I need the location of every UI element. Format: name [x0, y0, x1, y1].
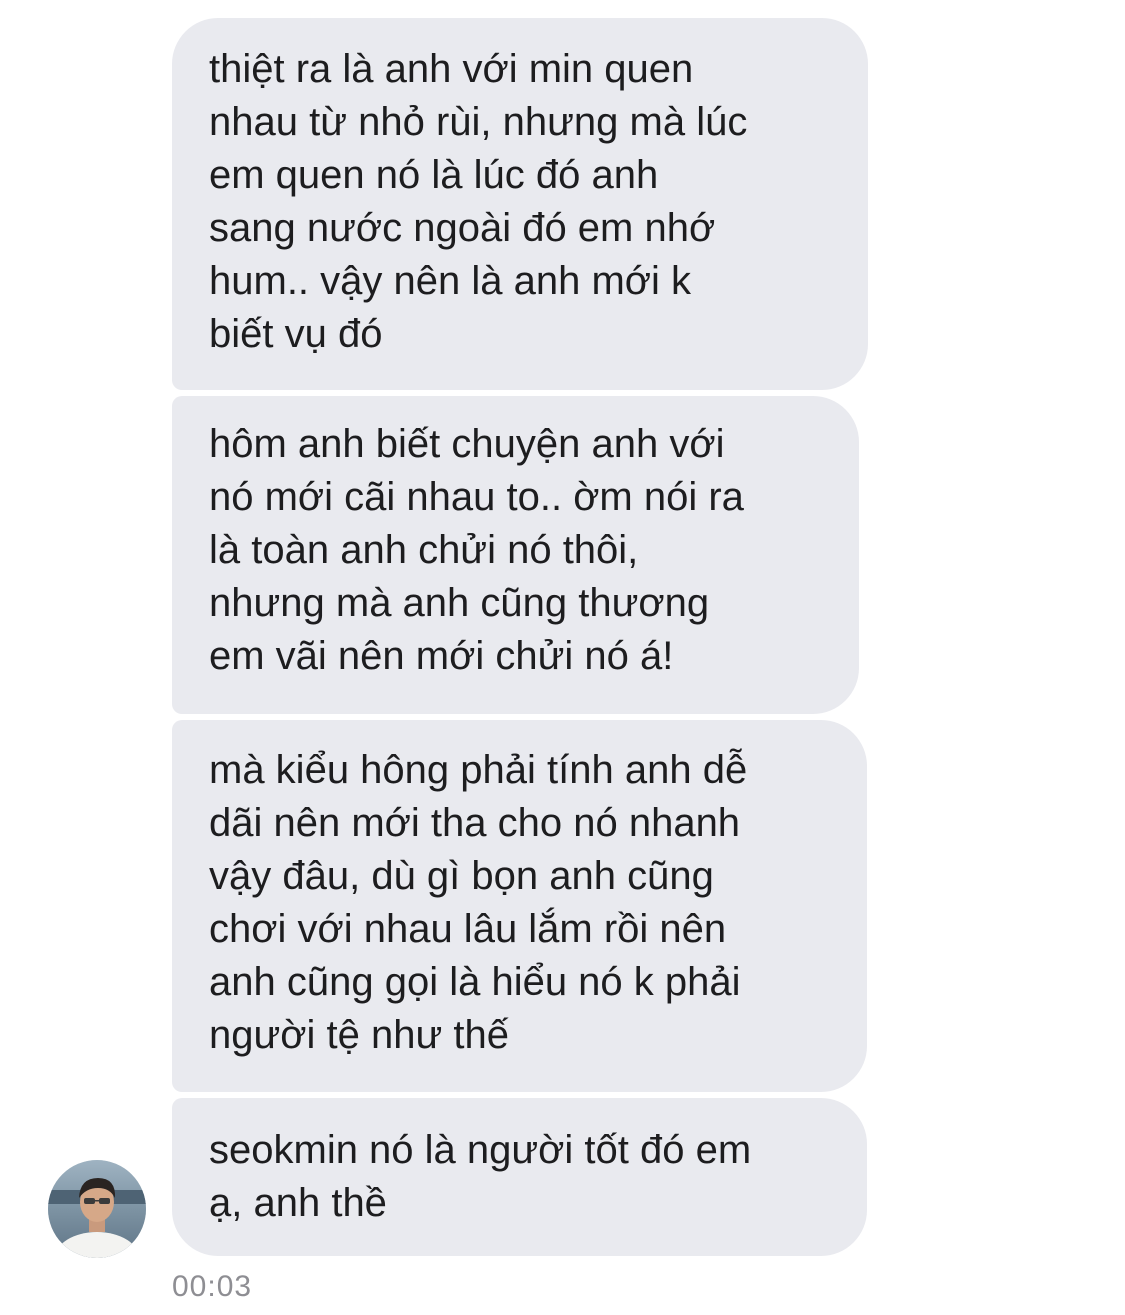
- message-timestamp: 00:03: [172, 1270, 253, 1303]
- message-bubble[interactable]: thiệt ra là anh với min quen nhau từ nhỏ…: [172, 18, 868, 390]
- message-bubble[interactable]: mà kiểu hông phải tính anh dễ dãi nên mớ…: [172, 720, 867, 1092]
- message-bubble[interactable]: hôm anh biết chuyện anh với nó mới cãi n…: [172, 396, 859, 714]
- person-avatar-icon: [48, 1160, 146, 1258]
- sender-avatar[interactable]: [48, 1160, 146, 1258]
- message-bubble[interactable]: seokmin nó là người tốt đó em ạ, anh thề: [172, 1098, 867, 1256]
